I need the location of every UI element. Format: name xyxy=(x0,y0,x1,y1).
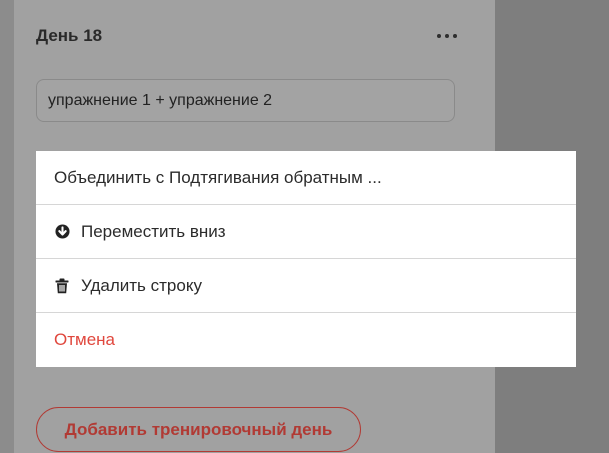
trash-icon xyxy=(54,278,70,294)
delete-row-label: Удалить строку xyxy=(81,275,202,295)
more-icon-dot xyxy=(445,34,449,38)
delete-row-option[interactable]: Удалить строку xyxy=(36,259,576,313)
cancel-label: Отмена xyxy=(54,330,115,349)
screen: День 18 упражнение 1 + упражнение 2 Доба… xyxy=(0,0,609,453)
sidebar-edge xyxy=(0,0,14,453)
exercise-input[interactable]: упражнение 1 + упражнение 2 xyxy=(36,79,455,122)
action-sheet: Объединить с Подтягивания обратным ... П… xyxy=(36,151,576,367)
more-options-button[interactable] xyxy=(432,24,462,48)
arrow-down-circle-icon xyxy=(54,224,70,240)
move-down-label: Переместить вниз xyxy=(81,221,226,241)
more-icon-dot xyxy=(453,34,457,38)
add-training-day-button[interactable]: Добавить тренировочный день xyxy=(36,407,361,452)
day-title: День 18 xyxy=(36,26,103,45)
merge-option-label: Объединить с Подтягивания обратным ... xyxy=(54,167,382,187)
merge-option[interactable]: Объединить с Подтягивания обратным ... xyxy=(36,151,576,205)
move-down-option[interactable]: Переместить вниз xyxy=(36,205,576,259)
more-icon-dot xyxy=(437,34,441,38)
cancel-option[interactable]: Отмена xyxy=(36,313,576,367)
